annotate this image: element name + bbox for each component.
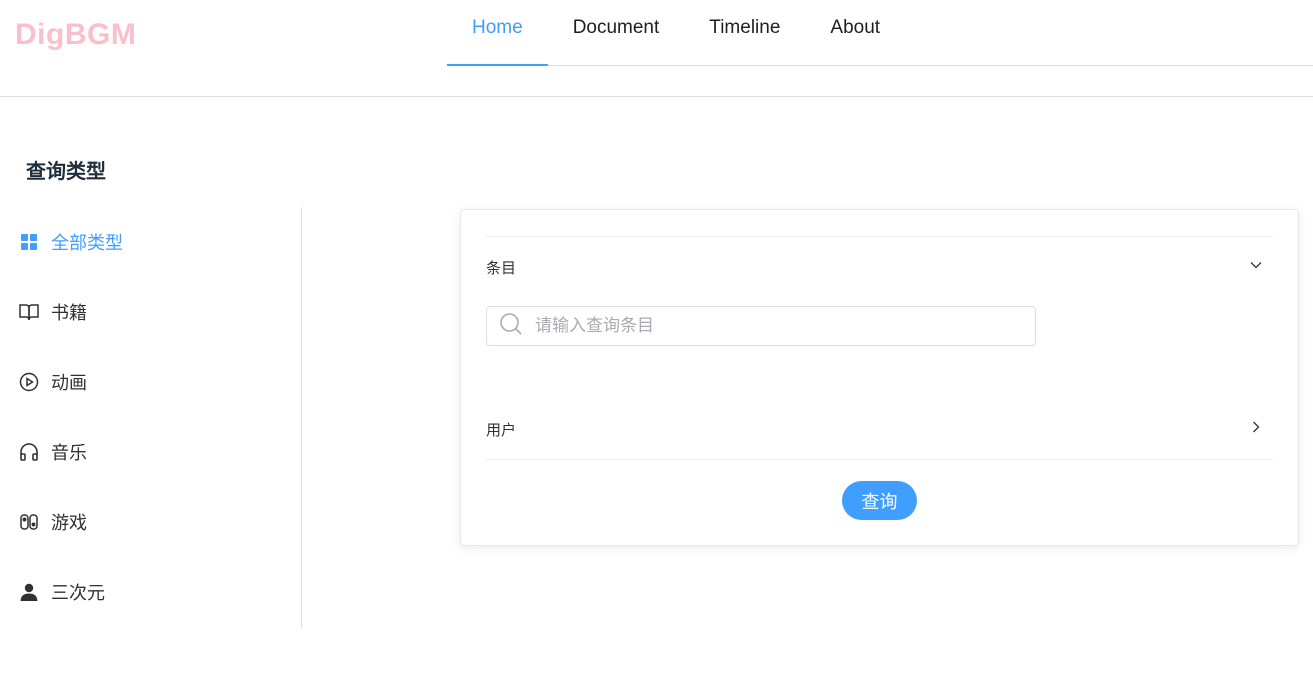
sidebar-item-real[interactable]: 三次元 bbox=[0, 557, 301, 627]
sidebar-item-label: 三次元 bbox=[51, 583, 105, 604]
sidebar-item-music[interactable]: 音乐 bbox=[0, 417, 301, 487]
chevron-right-icon bbox=[1249, 420, 1263, 438]
nav-item-about[interactable]: About bbox=[805, 0, 905, 66]
book-icon bbox=[18, 301, 40, 323]
sidebar-item-label: 书籍 bbox=[51, 303, 87, 324]
subject-section-label: 条目 bbox=[486, 258, 517, 277]
subject-search-input[interactable] bbox=[533, 315, 1013, 337]
sidebar-item-label: 音乐 bbox=[51, 443, 87, 464]
person-icon bbox=[18, 581, 40, 603]
game-controller-icon bbox=[18, 511, 40, 533]
play-circle-icon bbox=[18, 371, 40, 393]
nav-item-home[interactable]: Home bbox=[447, 0, 548, 66]
subject-search-box bbox=[486, 306, 1036, 346]
sidebar-title: 查询类型 bbox=[26, 159, 106, 183]
sidebar-item-label: 游戏 bbox=[51, 513, 87, 534]
sidebar-item-games[interactable]: 游戏 bbox=[0, 487, 301, 557]
sidebar-item-label: 动画 bbox=[51, 373, 87, 394]
search-icon bbox=[499, 312, 523, 340]
top-header: DigBGM Home Document Timeline About bbox=[0, 0, 1313, 97]
query-button[interactable]: 查询 bbox=[842, 481, 917, 520]
sidebar-item-anime[interactable]: 动画 bbox=[0, 347, 301, 417]
headphones-icon bbox=[18, 441, 40, 463]
sidebar-item-all[interactable]: 全部类型 bbox=[0, 207, 301, 277]
user-collapse-header[interactable]: 用户 bbox=[486, 399, 1273, 460]
user-section-label: 用户 bbox=[486, 420, 517, 439]
sidebar-item-books[interactable]: 书籍 bbox=[0, 277, 301, 347]
grid-icon bbox=[18, 231, 40, 253]
query-card: 条目 用户 查询 bbox=[460, 209, 1299, 546]
main-nav: Home Document Timeline About bbox=[447, 0, 1313, 66]
chevron-down-icon bbox=[1249, 258, 1263, 276]
sidebar-item-label: 全部类型 bbox=[51, 233, 123, 254]
brand-logo[interactable]: DigBGM bbox=[15, 18, 136, 52]
sidebar-menu: 全部类型 书籍 动画 音乐 游戏 三次元 bbox=[0, 207, 302, 628]
nav-item-timeline[interactable]: Timeline bbox=[684, 0, 805, 66]
nav-item-document[interactable]: Document bbox=[548, 0, 685, 66]
subject-collapse: 条目 bbox=[486, 236, 1273, 297]
subject-collapse-header[interactable]: 条目 bbox=[486, 237, 1273, 297]
